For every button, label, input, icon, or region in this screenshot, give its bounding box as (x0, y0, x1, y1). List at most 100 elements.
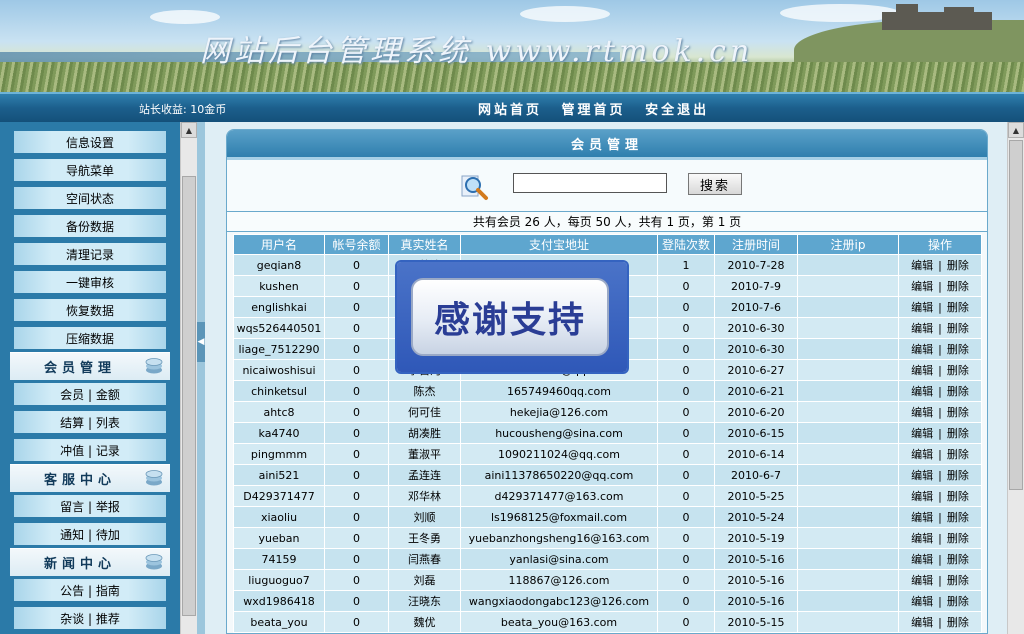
sidebar-subitem-1-0[interactable]: 留言 | 举报 (14, 495, 166, 517)
nav-admin-home-link[interactable]: 管理首页 (562, 103, 626, 118)
edit-link[interactable]: 编辑 (911, 343, 933, 356)
sidebar-section-title: 新闻中心 (44, 557, 117, 572)
delete-link[interactable]: 删除 (947, 427, 969, 440)
search-input[interactable] (513, 173, 667, 193)
delete-link[interactable]: 删除 (947, 532, 969, 545)
delete-link[interactable]: 删除 (947, 553, 969, 566)
delete-link[interactable]: 删除 (947, 301, 969, 314)
table-row: chinketsul 0 陈杰 165749460qq.com 0 2010-6-21 编辑… (233, 380, 982, 402)
edit-link[interactable]: 编辑 (911, 448, 933, 461)
table-cell: ls1968125@foxmail.com (460, 506, 658, 528)
actions-cell: 编辑 | 删除 (898, 611, 982, 633)
sidebar-item-7[interactable]: 压缩数据 (14, 327, 166, 349)
table-cell: 74159 (233, 548, 325, 570)
sidebar-item-5[interactable]: 一键审核 (14, 271, 166, 293)
sidebar-item: 恢复数据 (10, 296, 170, 324)
sidebar-item-4[interactable]: 清理记录 (14, 243, 166, 265)
delete-link[interactable]: 删除 (947, 280, 969, 293)
action-separator: | (938, 343, 942, 356)
table-cell: 0 (324, 443, 389, 465)
edit-link[interactable]: 编辑 (911, 259, 933, 272)
sidebar-item-3[interactable]: 备份数据 (14, 215, 166, 237)
collapse-sidebar-icon[interactable]: ◀ (197, 322, 205, 362)
search-button[interactable]: 搜索 (688, 173, 742, 195)
thanks-overlay[interactable]: 感谢支持 (397, 262, 627, 372)
pagination-summary: 共有会员 26 人，每页 50 人，共有 1 页，第 1 页 (227, 212, 987, 232)
edit-link[interactable]: 编辑 (911, 427, 933, 440)
sidebar-section-header[interactable]: 客服中心 (10, 464, 170, 492)
edit-link[interactable]: 编辑 (911, 364, 933, 377)
delete-link[interactable]: 删除 (947, 595, 969, 608)
edit-link[interactable]: 编辑 (911, 553, 933, 566)
table-cell: beata_you (233, 611, 325, 633)
table-cell (797, 443, 899, 465)
action-separator: | (938, 427, 942, 440)
delete-link[interactable]: 删除 (947, 259, 969, 272)
actions-cell: 编辑 | 删除 (898, 527, 982, 549)
edit-link[interactable]: 编辑 (911, 280, 933, 293)
delete-link[interactable]: 删除 (947, 364, 969, 377)
delete-link[interactable]: 删除 (947, 511, 969, 524)
edit-link[interactable]: 编辑 (911, 511, 933, 524)
table-cell (797, 254, 899, 276)
sidebar-item: 留言 | 举报 (10, 492, 170, 520)
edit-link[interactable]: 编辑 (911, 385, 933, 398)
delete-link[interactable]: 删除 (947, 616, 969, 629)
table-cell (797, 275, 899, 297)
sidebar-subitem-1-1[interactable]: 通知 | 待加 (14, 523, 166, 545)
main-scrollbar[interactable]: ▲ (1007, 122, 1024, 634)
table-cell: 0 (324, 422, 389, 444)
actions-cell: 编辑 | 删除 (898, 338, 982, 360)
delete-link[interactable]: 删除 (947, 574, 969, 587)
table-cell: 何可佳 (388, 401, 461, 423)
edit-link[interactable]: 编辑 (911, 301, 933, 314)
edit-link[interactable]: 编辑 (911, 322, 933, 335)
sidebar-section-header[interactable]: 新闻中心 (10, 548, 170, 576)
table-cell: pingmmm (233, 443, 325, 465)
delete-link[interactable]: 删除 (947, 343, 969, 356)
edit-link[interactable]: 编辑 (911, 532, 933, 545)
delete-link[interactable]: 删除 (947, 469, 969, 482)
sidebar-subitem-0-2[interactable]: 冲值 | 记录 (14, 439, 166, 461)
table-cell: xiaoliu (233, 506, 325, 528)
scroll-up-icon[interactable]: ▲ (181, 122, 197, 138)
scroll-up-icon[interactable]: ▲ (1008, 122, 1024, 138)
sidebar-subitem-2-0[interactable]: 公告 | 指南 (14, 579, 166, 601)
sidebar-subitem-0-1[interactable]: 结算 | 列表 (14, 411, 166, 433)
delete-link[interactable]: 删除 (947, 322, 969, 335)
table-cell: yueban (233, 527, 325, 549)
table-cell: 0 (657, 569, 715, 591)
delete-link[interactable]: 删除 (947, 490, 969, 503)
delete-link[interactable]: 删除 (947, 385, 969, 398)
table-cell: kushen (233, 275, 325, 297)
edit-link[interactable]: 编辑 (911, 616, 933, 629)
sidebar-item-6[interactable]: 恢复数据 (14, 299, 166, 321)
table-cell (797, 527, 899, 549)
sidebar-subitem-0-0[interactable]: 会员 | 金额 (14, 383, 166, 405)
scrollbar-thumb[interactable] (1009, 140, 1023, 490)
edit-link[interactable]: 编辑 (911, 406, 933, 419)
sidebar-scrollbar[interactable]: ▲ (180, 122, 197, 634)
nav-logout-link[interactable]: 安全退出 (645, 103, 709, 118)
nav-home-link[interactable]: 网站首页 (478, 103, 542, 118)
table-cell: geqian8 (233, 254, 325, 276)
table-header-row: 用户名 帐号余额 真实姓名 支付宝地址 登陆次数 注册时间 注册ip 操作 (233, 234, 982, 255)
edit-link[interactable]: 编辑 (911, 490, 933, 503)
edit-link[interactable]: 编辑 (911, 469, 933, 482)
sidebar-item-0[interactable]: 信息设置 (14, 131, 166, 153)
sidebar-section-header[interactable]: 会员管理 (10, 352, 170, 380)
action-separator: | (938, 490, 942, 503)
frame-divider: ◀ (197, 122, 205, 634)
scrollbar-thumb[interactable] (182, 176, 196, 616)
table-cell: aini521 (233, 464, 325, 486)
edit-link[interactable]: 编辑 (911, 595, 933, 608)
sidebar-item-2[interactable]: 空间状态 (14, 187, 166, 209)
table-cell: 0 (657, 401, 715, 423)
sidebar-subitem-2-1[interactable]: 杂谈 | 推荐 (14, 607, 166, 629)
table-cell: aini11378650220@qq.com (460, 464, 658, 486)
sidebar-item-1[interactable]: 导航菜单 (14, 159, 166, 181)
table-cell: 0 (324, 338, 389, 360)
delete-link[interactable]: 删除 (947, 448, 969, 461)
delete-link[interactable]: 删除 (947, 406, 969, 419)
edit-link[interactable]: 编辑 (911, 574, 933, 587)
